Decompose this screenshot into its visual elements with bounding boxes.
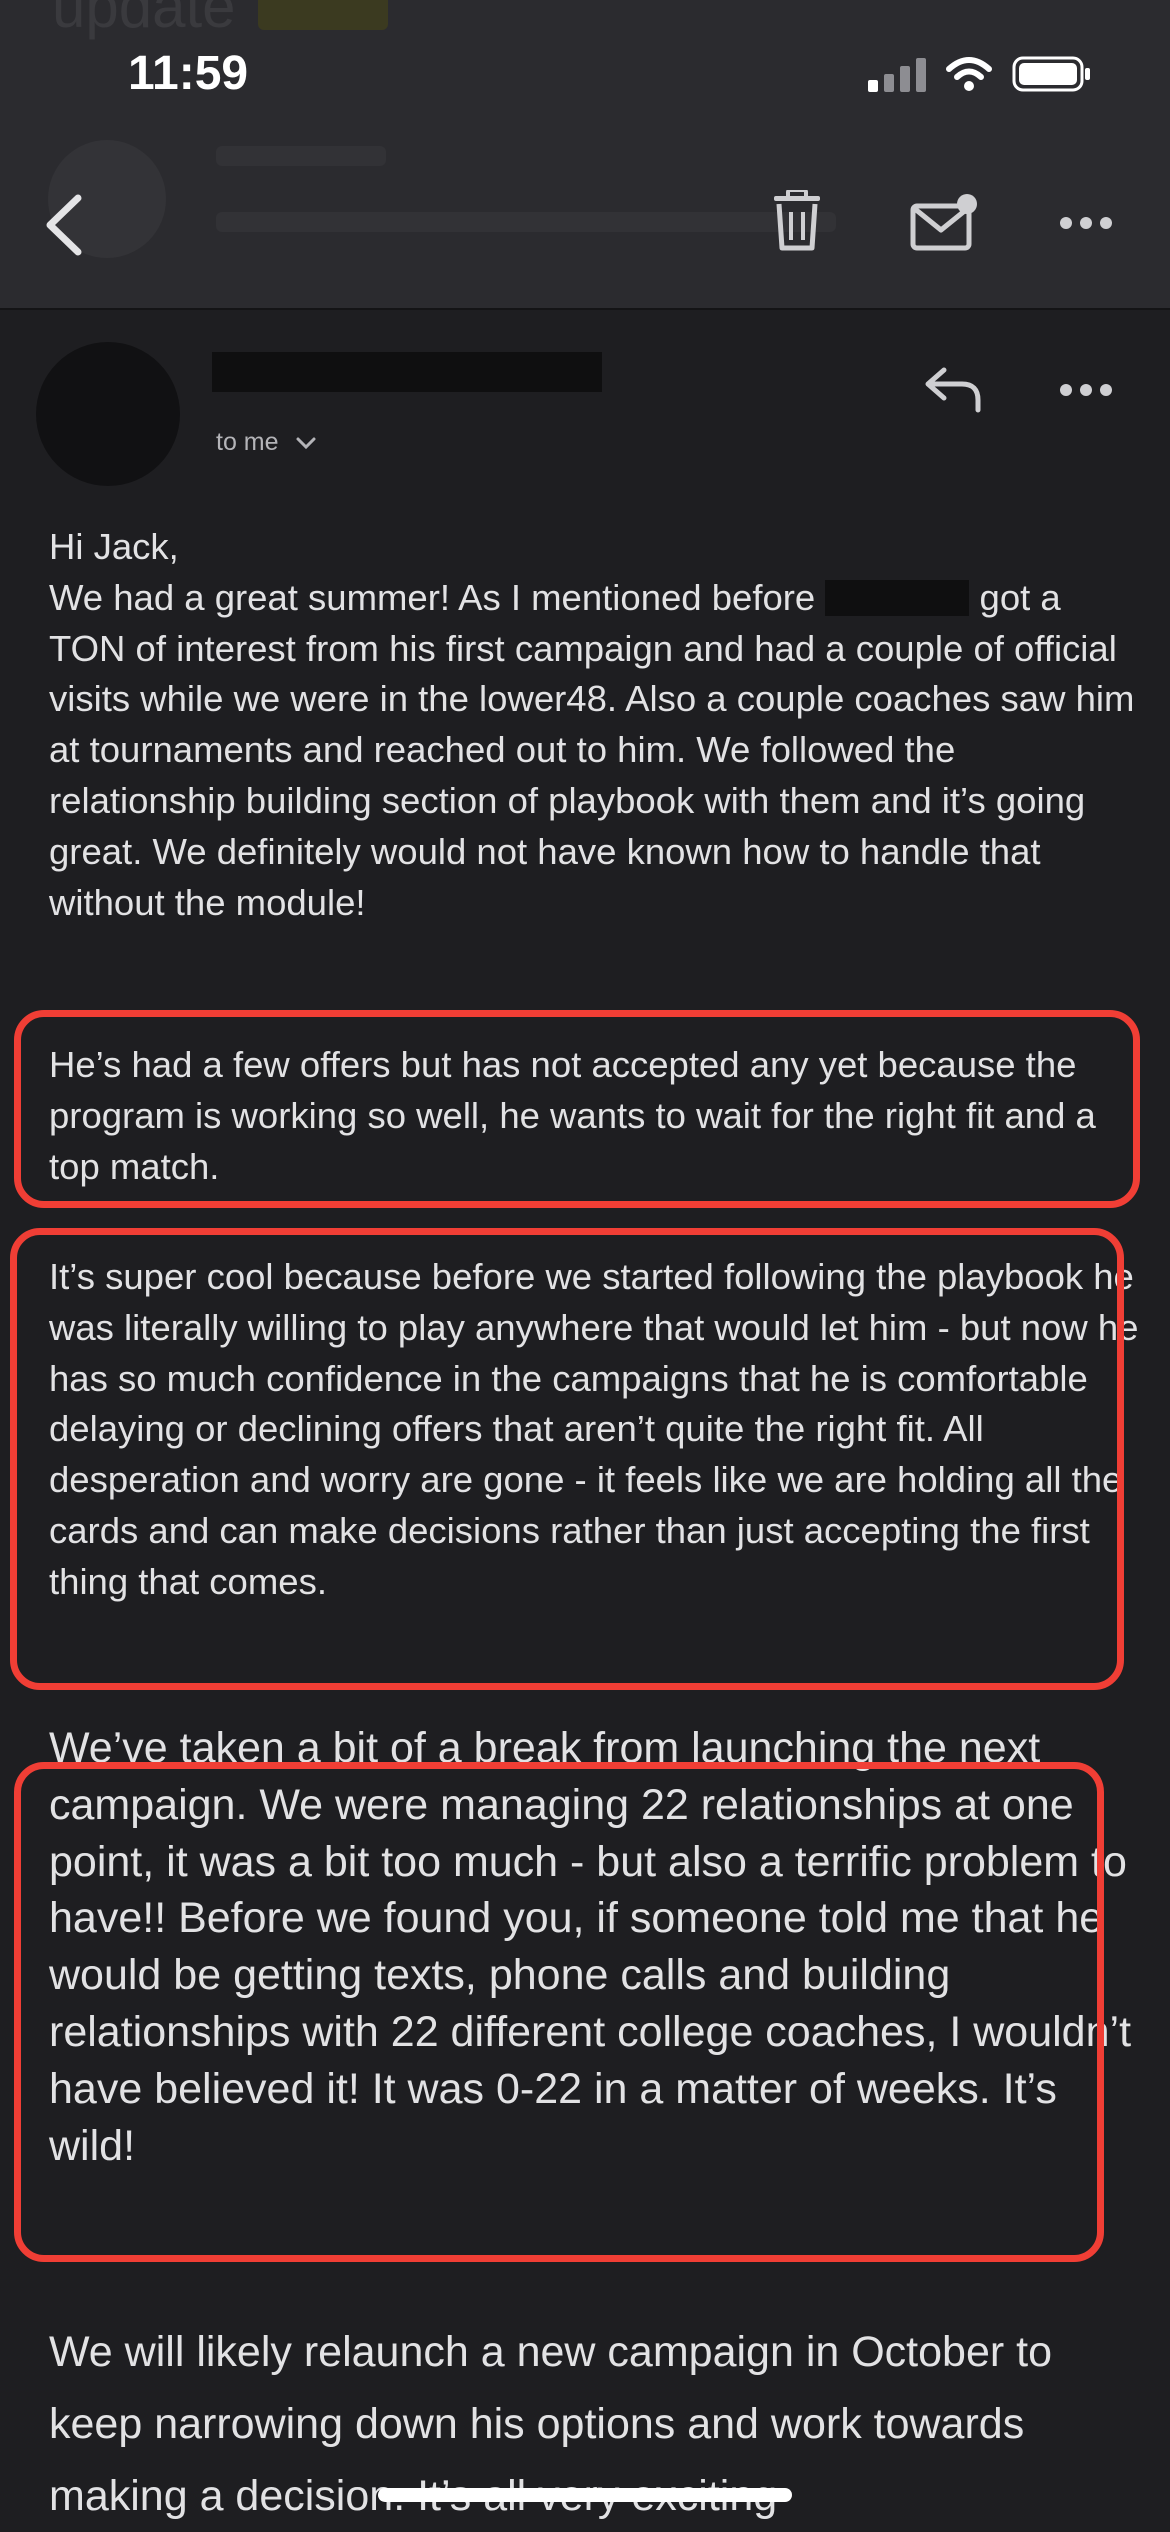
redacted-name: [825, 579, 970, 616]
reply-button[interactable]: [924, 366, 984, 414]
battery-icon: [1012, 56, 1090, 92]
mark-unread-button[interactable]: [910, 192, 980, 252]
highlight-box-confidence: [10, 1228, 1124, 1690]
label-badge: [258, 0, 388, 30]
wifi-icon: [946, 57, 992, 91]
cellular-signal-icon: [868, 56, 926, 92]
trash-icon: [774, 188, 820, 251]
paragraph-text: We had a great summer! As I mentioned be…: [49, 573, 1139, 929]
mail-unread-icon: [910, 194, 977, 251]
back-arrow-icon: [46, 194, 82, 256]
sender-name-redacted[interactable]: [212, 352, 602, 392]
greeting: Hi Jack,: [49, 526, 179, 567]
paragraph-text-part-1: We had a great summer! As I mentioned be…: [49, 576, 826, 618]
status-time: 11:59: [128, 47, 249, 100]
more-dots-icon: [1060, 217, 1112, 229]
delete-button[interactable]: [770, 188, 824, 252]
message-more-button[interactable]: [1058, 378, 1114, 402]
more-dots-icon: [1060, 384, 1112, 396]
highlight-box-offers: [14, 1010, 1140, 1208]
recipient-details-toggle[interactable]: to me: [216, 428, 317, 457]
home-indicator[interactable]: [378, 2488, 792, 2502]
sender-avatar[interactable]: [36, 342, 180, 486]
subject-scrolled-title: update: [52, 0, 236, 40]
status-icons: [868, 56, 1092, 92]
ghost-sender-line: [216, 146, 386, 166]
message-paragraph-1: Hi Jack, We had a great summer! As I men…: [49, 522, 1139, 928]
highlight-box-relationships: [14, 1762, 1104, 2262]
more-options-button[interactable]: [1058, 210, 1114, 236]
back-button[interactable]: [40, 190, 90, 260]
ghost-snippet-line: [216, 212, 836, 232]
recipient-label: to me: [216, 428, 279, 456]
email-toolbar: update 11:59: [0, 0, 1170, 310]
chevron-down-icon: [296, 437, 316, 450]
reply-icon: [925, 367, 981, 413]
paragraph-text-part-2: got a TON of interest from his first cam…: [49, 576, 1135, 923]
